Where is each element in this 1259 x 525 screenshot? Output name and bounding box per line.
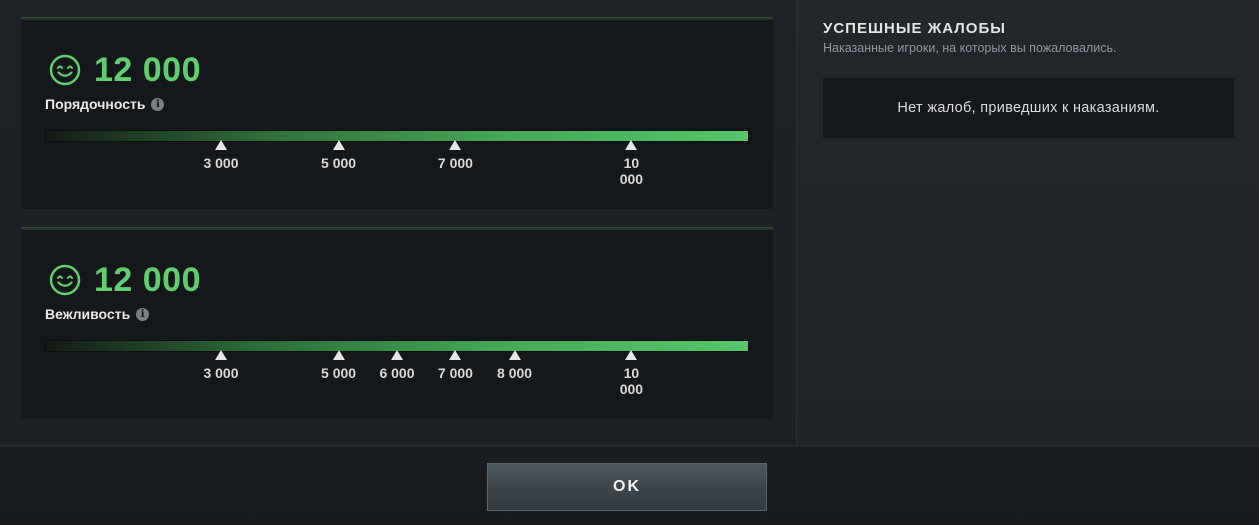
- behavior-score-value: 12 000: [94, 51, 201, 89]
- tick-label: 6 000: [379, 365, 415, 381]
- tick-marker: [625, 350, 638, 360]
- tick-marker: [449, 350, 462, 360]
- tick-label: 5 000: [321, 365, 357, 381]
- footer-bar: OK: [0, 445, 1259, 525]
- tick-label: 7 000: [437, 365, 473, 381]
- info-icon[interactable]: i: [136, 307, 150, 321]
- tick-label: 3 000: [203, 365, 239, 381]
- tick-marker: [625, 140, 638, 150]
- reports-panel: УСПЕШНЫЕ ЖАЛОБЫ Наказанные игроки, на ко…: [796, 0, 1259, 445]
- tick-marker: [332, 140, 345, 150]
- smiley-icon: [49, 264, 81, 296]
- main-area: 12 000 Порядочность i 3 000 5 000 7 000 10 …: [0, 0, 796, 445]
- ok-button[interactable]: OK: [487, 463, 767, 511]
- reports-title: УСПЕШНЫЕ ЖАЛОБЫ: [823, 20, 1006, 37]
- communication-label-row: Вежливость i: [45, 305, 150, 323]
- tick-marker: [215, 350, 227, 360]
- behavior-score-bar-fill: [46, 131, 748, 141]
- smiley-icon: [49, 54, 81, 86]
- tick-label: 10 000: [619, 365, 644, 397]
- tick-label: 10 000: [619, 155, 644, 187]
- communication-score-value: 12 000: [94, 261, 201, 299]
- behavior-score-card: 12 000 Порядочность i 3 000 5 000 7 000 10 …: [21, 17, 773, 209]
- tick-label: 7 000: [437, 155, 473, 171]
- tick-marker: [215, 140, 227, 150]
- tick-marker: [391, 350, 403, 360]
- communication-score-card: 12 000 Вежливость i 3 000 5 000 6 000 7 000…: [21, 227, 773, 419]
- behavior-label-row: Порядочность i: [45, 95, 165, 113]
- reports-subtitle: Наказанные игроки, на которых вы пожалов…: [823, 41, 1117, 55]
- behavior-score-bar: [45, 130, 749, 142]
- reports-empty-text: Нет жалоб, приведших к наказаниям.: [897, 100, 1160, 116]
- reports-empty-box: Нет жалоб, приведших к наказаниям.: [823, 78, 1234, 138]
- tick-label: 3 000: [203, 155, 239, 171]
- tick-label: 8 000: [497, 365, 533, 381]
- tick-marker: [332, 350, 345, 360]
- ok-button-label: OK: [613, 478, 641, 495]
- behavior-label: Порядочность: [45, 96, 146, 112]
- tick-marker: [508, 350, 521, 360]
- communication-label: Вежливость: [45, 306, 131, 322]
- tick-marker: [449, 140, 462, 150]
- info-icon[interactable]: i: [151, 97, 165, 111]
- tick-label: 5 000: [321, 155, 357, 171]
